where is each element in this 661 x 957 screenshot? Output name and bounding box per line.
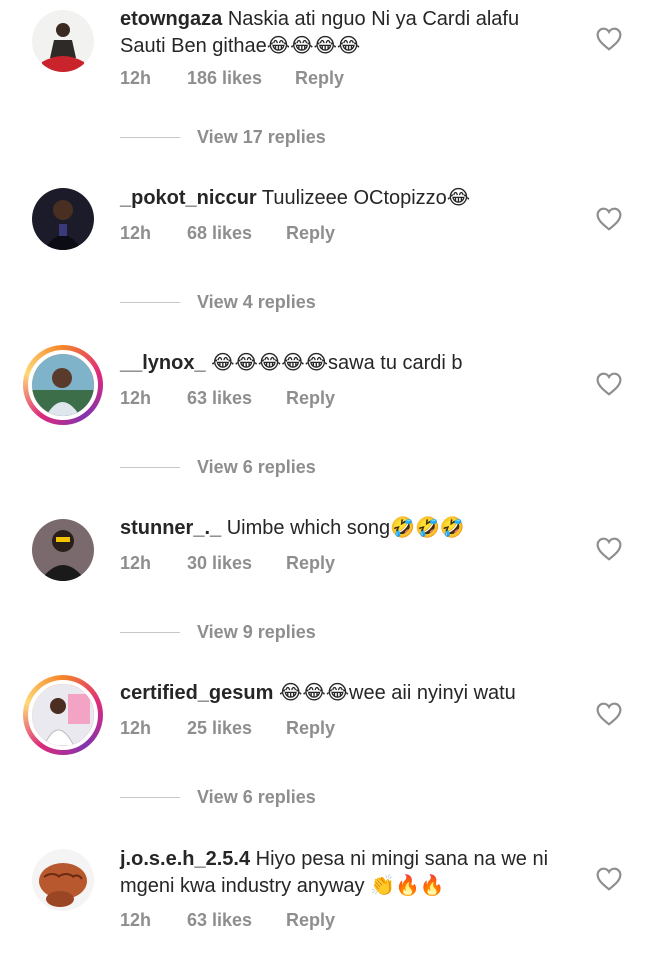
view-replies-label: View 4 replies (197, 292, 316, 312)
comment-likes[interactable]: 63 likes (187, 388, 286, 409)
comment-text: certified_gesum 😂😂😂wee aii nyinyi watu (120, 680, 570, 707)
comment-text: __lynox_ 😂😂😂😂😂sawa tu cardi b (120, 350, 570, 377)
view-replies-label: View 6 replies (197, 787, 316, 807)
comment-time: 12h (120, 388, 152, 408)
view-replies-label: View 9 replies (197, 622, 316, 642)
comment-likes[interactable]: 68 likes (187, 223, 286, 244)
heart-icon[interactable] (596, 27, 622, 51)
comment-time: 12h (120, 68, 152, 88)
comment-text: etowngaza Naskia ati nguo Ni ya Cardi al… (120, 6, 570, 60)
comment-body: 😂😂😂😂😂sawa tu cardi b (211, 352, 463, 374)
view-replies-label: View 17 replies (197, 127, 326, 147)
divider (120, 466, 180, 469)
reply-button[interactable]: Reply (286, 553, 335, 574)
comment-username[interactable]: stunner_._ (120, 517, 221, 539)
view-replies-button[interactable]: View 9 replies (120, 622, 316, 643)
view-replies-button[interactable]: View 6 replies (120, 787, 316, 808)
heart-icon[interactable] (596, 537, 622, 561)
reply-button[interactable]: Reply (286, 388, 335, 409)
reply-button[interactable]: Reply (286, 910, 335, 931)
heart-icon[interactable] (596, 702, 622, 726)
comment-likes[interactable]: 63 likes (187, 910, 286, 931)
view-replies-button[interactable]: View 17 replies (120, 127, 326, 148)
comment-time: 12h (120, 718, 152, 738)
comment-username[interactable]: __lynox_ (120, 352, 206, 374)
divider (120, 631, 180, 634)
comment-username[interactable]: etowngaza (120, 8, 222, 30)
avatar-image (28, 350, 98, 420)
reply-button[interactable]: Reply (286, 223, 335, 244)
avatar[interactable] (32, 849, 94, 911)
reply-button[interactable]: Reply (286, 718, 335, 739)
comment-body: Tuulizeee OCtopizzo😂 (261, 187, 471, 209)
comment-time: 12h (120, 553, 152, 573)
avatar-image (28, 680, 98, 750)
comment-time: 12h (120, 223, 152, 243)
view-replies-button[interactable]: View 6 replies (120, 457, 316, 478)
comment-username[interactable]: j.o.s.e.h_2.5.4 (120, 848, 250, 870)
reply-button[interactable]: Reply (295, 68, 344, 89)
comment-body: 😂😂😂wee aii nyinyi watu (278, 682, 516, 704)
comment-text: j.o.s.e.h_2.5.4 Hiyo pesa ni mingi sana … (120, 846, 570, 900)
view-replies-button[interactable]: View 4 replies (120, 292, 316, 313)
heart-icon[interactable] (596, 372, 622, 396)
comment-time: 12h (120, 910, 152, 930)
divider (120, 301, 180, 304)
divider (120, 136, 180, 139)
heart-icon[interactable] (596, 207, 622, 231)
comment-likes[interactable]: 30 likes (187, 553, 286, 574)
comment-likes[interactable]: 25 likes (187, 718, 286, 739)
heart-icon[interactable] (596, 867, 622, 891)
comment-text: stunner_._ Uimbe which song🤣🤣🤣 (120, 515, 570, 542)
avatar[interactable] (32, 188, 94, 250)
avatar[interactable] (32, 519, 94, 581)
avatar[interactable] (23, 675, 103, 755)
divider (120, 796, 180, 799)
view-replies-label: View 6 replies (197, 457, 316, 477)
comment-text: _pokot_niccur Tuulizeee OCtopizzo😂 (120, 185, 570, 212)
comment-username[interactable]: certified_gesum (120, 682, 273, 704)
comment-body: Uimbe which song🤣🤣🤣 (226, 517, 465, 539)
comment-username[interactable]: _pokot_niccur (120, 187, 257, 209)
comment-likes[interactable]: 186 likes (187, 68, 295, 89)
avatar[interactable] (23, 345, 103, 425)
avatar[interactable] (32, 10, 94, 72)
